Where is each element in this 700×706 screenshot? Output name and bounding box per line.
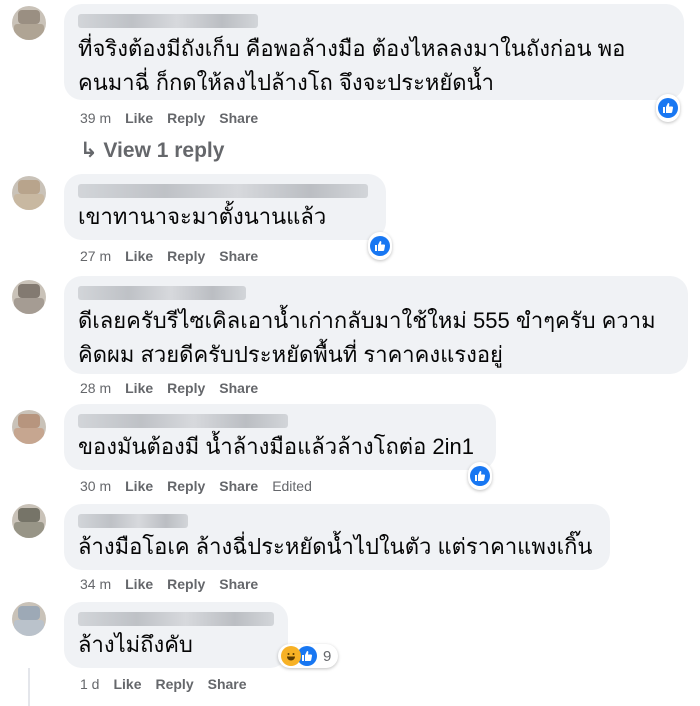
avatar[interactable]	[12, 6, 46, 40]
share-button[interactable]: Share	[219, 248, 258, 264]
like-button[interactable]: Like	[125, 248, 153, 264]
reaction-badge[interactable]	[368, 232, 392, 260]
avatar[interactable]	[12, 504, 46, 538]
comment-bubble: ล้างไม่ถึงคับ	[64, 602, 288, 668]
like-button[interactable]: Like	[125, 110, 153, 126]
commenter-name-blurred[interactable]	[78, 14, 258, 28]
share-button[interactable]: Share	[208, 676, 247, 692]
reply-button[interactable]: Reply	[167, 478, 205, 494]
reply-button[interactable]: Reply	[155, 676, 193, 692]
comment-actions: 28 m Like Reply Share	[80, 380, 272, 396]
comment-time[interactable]: 1 d	[80, 676, 99, 692]
comment-bubble: เขาทานาจะมาตั้งนานแล้ว	[64, 174, 386, 240]
reaction-badge[interactable]	[656, 94, 680, 122]
comment-actions: 27 m Like Reply Share	[80, 248, 272, 264]
comment-time[interactable]: 28 m	[80, 380, 111, 396]
edited-label: Edited	[272, 478, 312, 494]
like-button[interactable]: Like	[113, 676, 141, 692]
comment-text: ของมันต้องมี น้ำล้างมือแล้วล้างโถต่อ 2in…	[78, 434, 475, 459]
comment-text: ที่จริงต้องมีถังเก็บ คือพอล้างมือ ต้องไห…	[78, 36, 626, 95]
avatar[interactable]	[12, 280, 46, 314]
like-button[interactable]: Like	[125, 380, 153, 396]
comment-time[interactable]: 34 m	[80, 576, 111, 592]
reply-button[interactable]: Reply	[167, 110, 205, 126]
reaction-badge[interactable]: 9	[278, 644, 339, 668]
reply-button[interactable]: Reply	[167, 248, 205, 264]
comment-text: ดีเลยครับรีไซเคิลเอาน้ำเก่ากลับมาใช้ใหม่…	[78, 308, 656, 367]
comment-bubble: ดีเลยครับรีไซเคิลเอาน้ำเก่ากลับมาใช้ใหม่…	[64, 276, 688, 374]
like-icon	[470, 466, 490, 486]
commenter-name-blurred[interactable]	[78, 612, 274, 626]
comment-time[interactable]: 39 m	[80, 110, 111, 126]
share-button[interactable]: Share	[219, 380, 258, 396]
comment-time[interactable]: 27 m	[80, 248, 111, 264]
commenter-name-blurred[interactable]	[78, 286, 246, 300]
comment-text: เขาทานาจะมาตั้งนานแล้ว	[78, 204, 327, 229]
commenter-name-blurred[interactable]	[78, 414, 288, 428]
commenter-name-blurred[interactable]	[78, 514, 188, 528]
comment-time[interactable]: 30 m	[80, 478, 111, 494]
share-button[interactable]: Share	[219, 110, 258, 126]
comment-actions: 39 m Like Reply Share	[80, 110, 272, 126]
avatar[interactable]	[12, 410, 46, 444]
share-button[interactable]: Share	[219, 576, 258, 592]
avatar[interactable]	[12, 602, 46, 636]
comment-text: ล้างมือโอเค ล้างฉี่ประหยัดน้ำไปในตัว แต่…	[78, 534, 593, 559]
comment-text: ล้างไม่ถึงคับ	[78, 632, 193, 657]
view-replies-link[interactable]: ↳ View 1 reply	[80, 138, 224, 163]
reply-button[interactable]: Reply	[167, 576, 205, 592]
comment-bubble: ของมันต้องมี น้ำล้างมือแล้วล้างโถต่อ 2in…	[64, 404, 496, 470]
comment-bubble: ที่จริงต้องมีถังเก็บ คือพอล้างมือ ต้องไห…	[64, 4, 684, 100]
avatar[interactable]	[12, 176, 46, 210]
thread-line	[28, 668, 30, 706]
reaction-count: 9	[323, 647, 332, 665]
like-icon	[658, 98, 678, 118]
commenter-name-blurred[interactable]	[78, 184, 368, 198]
comment-actions: 34 m Like Reply Share	[80, 576, 272, 592]
comment-bubble: ล้างมือโอเค ล้างฉี่ประหยัดน้ำไปในตัว แต่…	[64, 504, 610, 570]
like-icon	[370, 236, 390, 256]
comment-actions: 1 d Like Reply Share	[80, 676, 261, 692]
reaction-badge[interactable]	[468, 462, 492, 490]
comment-actions: 30 m Like Reply Share Edited	[80, 478, 326, 494]
haha-icon	[281, 646, 301, 666]
like-button[interactable]: Like	[125, 576, 153, 592]
like-button[interactable]: Like	[125, 478, 153, 494]
share-button[interactable]: Share	[219, 478, 258, 494]
reply-button[interactable]: Reply	[167, 380, 205, 396]
